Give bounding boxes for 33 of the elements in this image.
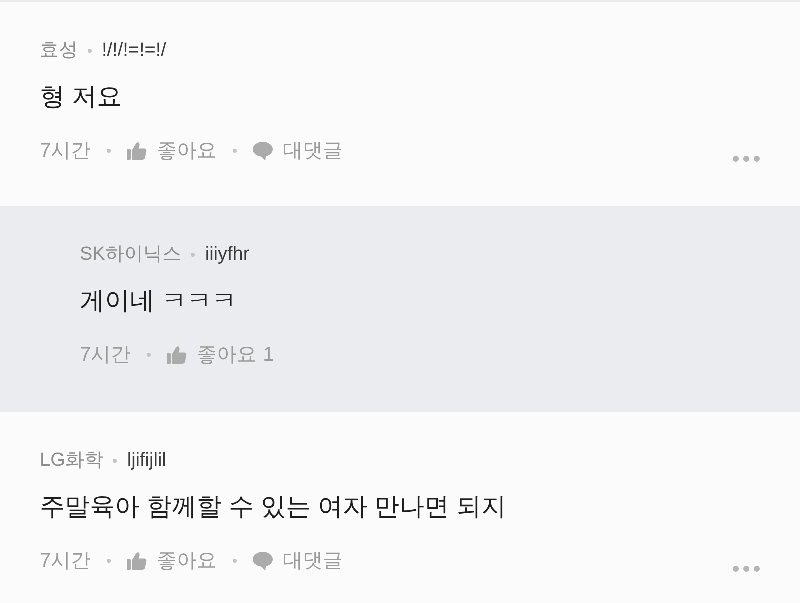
timestamp: 7시간 xyxy=(40,139,92,164)
reply-button[interactable]: 대댓글 xyxy=(283,547,344,575)
comment-text: 형 저요 xyxy=(40,82,123,113)
more-options-icon[interactable] xyxy=(733,156,760,162)
comment-text: 주말육아 함께할 수 있는 여자 만나면 되지 xyxy=(40,492,508,523)
reply-button[interactable]: 대댓글 xyxy=(283,137,344,165)
speech-bubble-icon[interactable] xyxy=(253,142,274,160)
like-button[interactable]: 좋아요 xyxy=(197,341,258,369)
thumbs-up-icon[interactable] xyxy=(167,346,188,364)
separator-dot-icon xyxy=(147,353,152,357)
like-count: 1 xyxy=(263,343,274,368)
separator-dot-icon xyxy=(107,559,112,563)
thumbs-up-icon[interactable] xyxy=(127,142,148,160)
separator-dot-icon xyxy=(107,149,112,153)
separator-dot-icon xyxy=(233,559,238,563)
speech-bubble-icon[interactable] xyxy=(253,552,274,570)
separator-dot-icon xyxy=(191,253,196,257)
author-name: LG화학 xyxy=(40,449,104,473)
author-name: SK하이닉스 xyxy=(80,243,182,267)
like-button[interactable]: 좋아요 xyxy=(157,547,218,575)
timestamp: 7시간 xyxy=(80,343,132,368)
separator-dot-icon xyxy=(113,459,118,463)
user-id: iiiyfhr xyxy=(205,243,250,267)
user-id: ljifijlil xyxy=(127,449,166,473)
like-button[interactable]: 좋아요 xyxy=(157,137,218,165)
comment-text: 게이네 ㅋㅋㅋ xyxy=(80,286,238,317)
separator-dot-icon xyxy=(88,49,92,53)
separator-dot-icon xyxy=(233,149,238,153)
author-name: 효성 xyxy=(40,39,78,63)
timestamp: 7시간 xyxy=(40,549,92,574)
user-id: !/!/!=!=!/ xyxy=(102,39,166,63)
thumbs-up-icon[interactable] xyxy=(127,552,148,570)
more-options-icon[interactable] xyxy=(733,566,760,572)
